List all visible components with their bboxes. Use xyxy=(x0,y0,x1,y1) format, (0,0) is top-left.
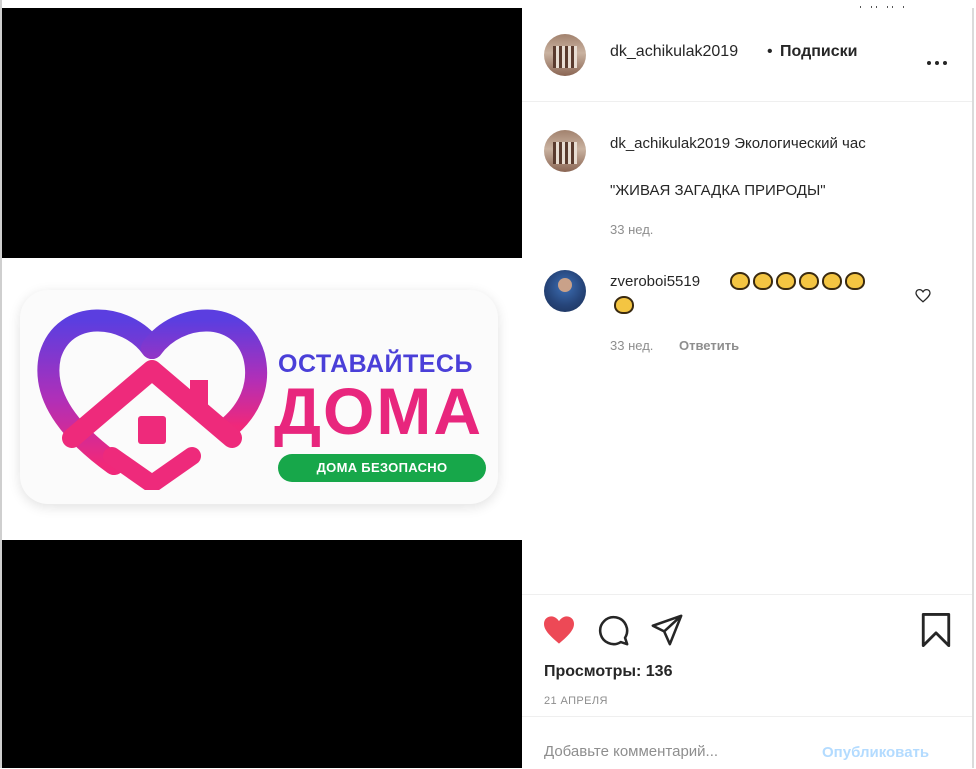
post-media[interactable]: ОСТАВАЙТЕСЬ ДОМА ДОМА БЕЗОПАСНО xyxy=(2,8,522,768)
like-comment-heart-icon[interactable] xyxy=(915,289,931,303)
clapping-hands-emoji-icon xyxy=(799,272,819,290)
caption-text: Экологический час xyxy=(734,135,866,152)
window-controls[interactable] xyxy=(860,0,940,13)
add-comment-bar: Опубликовать xyxy=(522,716,972,769)
comment-username-link[interactable]: zveroboi5519 xyxy=(610,273,700,290)
caption-line: dk_achikulak2019 Экологический час xyxy=(610,135,866,152)
clapping-hands-emoji-icon xyxy=(753,272,773,290)
post-header: dk_achikulak2019 • Подписки xyxy=(522,8,972,102)
clapping-hands-emoji-icon xyxy=(730,272,750,290)
comment-text-emojis xyxy=(730,272,865,290)
post-side-panel: dk_achikulak2019 • Подписки dk_achikulak… xyxy=(522,8,974,768)
author-username-link[interactable]: dk_achikulak2019 xyxy=(610,43,738,61)
share-paper-plane-icon[interactable] xyxy=(650,613,684,647)
comment-input[interactable] xyxy=(544,743,804,760)
post-actions: Просмотры: 136 21 АПРЕЛЯ xyxy=(522,594,972,715)
clapping-hands-emoji-icon xyxy=(822,272,842,290)
comment-timestamp[interactable]: 33 нед. xyxy=(610,338,653,353)
commenter-avatar[interactable] xyxy=(544,270,586,312)
comment-bubble-icon[interactable] xyxy=(596,613,630,647)
logo-text-home: ДОМА xyxy=(274,374,483,448)
caption-avatar[interactable] xyxy=(544,130,586,172)
clapping-hands-emoji-icon xyxy=(776,272,796,290)
following-button[interactable]: Подписки xyxy=(780,43,857,61)
caption-username-link[interactable]: dk_achikulak2019 xyxy=(610,135,730,152)
logo-safe-at-home-badge: ДОМА БЕЗОПАСНО xyxy=(278,454,486,482)
reply-button[interactable]: Ответить xyxy=(679,338,739,353)
post-image: ОСТАВАЙТЕСЬ ДОМА ДОМА БЕЗОПАСНО xyxy=(2,258,522,540)
separator-dot: • xyxy=(767,43,773,60)
clapping-hands-emoji-icon xyxy=(845,272,865,290)
more-options-icon[interactable] xyxy=(927,52,951,65)
caption-text-line2: "ЖИВАЯ ЗАГАДКА ПРИРОДЫ" xyxy=(610,182,826,199)
author-avatar[interactable] xyxy=(544,34,586,76)
caption-timestamp[interactable]: 33 нед. xyxy=(610,222,653,237)
heart-house-logo-icon xyxy=(37,309,268,490)
stay-home-logo: ОСТАВАЙТЕСЬ ДОМА ДОМА БЕЗОПАСНО xyxy=(20,290,498,504)
save-bookmark-icon[interactable] xyxy=(920,613,952,647)
views-count[interactable]: Просмотры: 136 xyxy=(544,663,672,681)
publish-button[interactable]: Опубликовать xyxy=(822,744,929,761)
post-date[interactable]: 21 АПРЕЛЯ xyxy=(544,695,608,707)
clapping-hands-emoji-icon xyxy=(614,296,634,314)
like-heart-icon[interactable] xyxy=(542,615,576,645)
panel-right-border xyxy=(972,8,974,768)
